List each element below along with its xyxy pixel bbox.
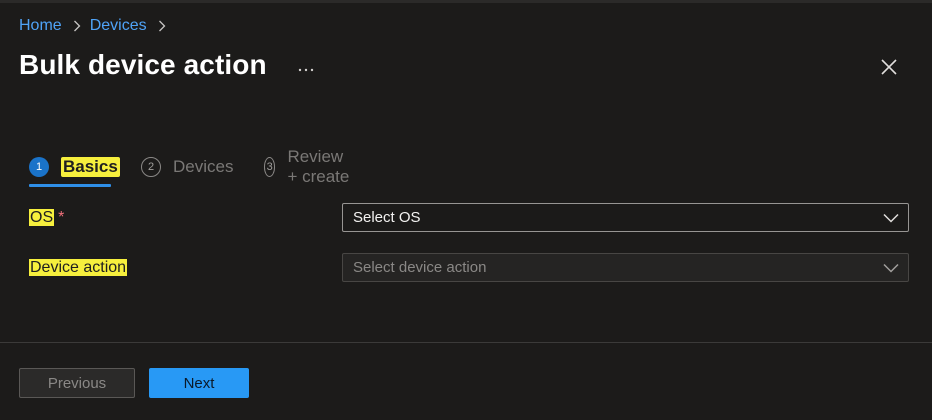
- tab-devices[interactable]: 2 Devices: [141, 152, 233, 182]
- required-indicator: *: [58, 209, 65, 226]
- more-options-button[interactable]: [293, 56, 319, 80]
- os-field-label: OS *: [29, 209, 64, 227]
- tab-label: Devices: [173, 157, 234, 176]
- bulk-device-action-panel: Home Devices Bulk device action 1 Basics…: [0, 0, 932, 420]
- step-number: 1: [29, 157, 49, 177]
- breadcrumb: Home Devices: [19, 16, 175, 36]
- top-strip: [0, 0, 932, 3]
- os-select-value: Select OS: [353, 209, 421, 226]
- footer-divider: [0, 342, 932, 343]
- ellipsis-icon: [298, 59, 314, 77]
- active-tab-indicator: [29, 184, 111, 187]
- tab-label: Review + create: [287, 147, 350, 186]
- device-action-label-text: Device action: [29, 259, 128, 276]
- close-icon: [880, 58, 898, 81]
- device-action-select[interactable]: Select device action: [342, 253, 909, 282]
- chevron-down-icon: [882, 260, 900, 276]
- chevron-right-icon: [73, 20, 81, 32]
- chevron-down-icon: [882, 210, 900, 226]
- step-number: 2: [141, 157, 161, 177]
- page-title: Bulk device action: [19, 49, 267, 80]
- device-action-placeholder: Select device action: [353, 259, 487, 276]
- previous-button[interactable]: Previous: [19, 368, 135, 398]
- os-select[interactable]: Select OS: [342, 203, 909, 232]
- tab-label: Basics: [61, 157, 120, 177]
- next-button[interactable]: Next: [149, 368, 249, 398]
- close-button[interactable]: [874, 55, 904, 83]
- tab-basics[interactable]: 1 Basics: [29, 152, 120, 182]
- breadcrumb-devices-link[interactable]: Devices: [90, 17, 147, 35]
- os-label-text: OS: [29, 209, 55, 226]
- step-number: 3: [264, 157, 276, 177]
- breadcrumb-home-link[interactable]: Home: [19, 17, 62, 35]
- device-action-field-label: Device action: [29, 259, 128, 277]
- tab-review-create[interactable]: 3 Review + create: [264, 147, 352, 186]
- chevron-right-icon: [158, 20, 166, 32]
